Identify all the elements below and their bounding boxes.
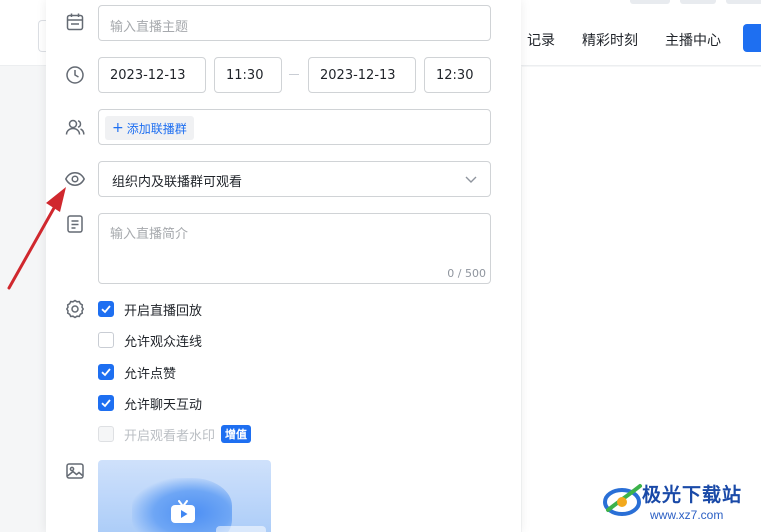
char-counter: 0 / 500 (447, 267, 486, 280)
toolbar-chip[interactable] (680, 0, 716, 4)
calendar-icon (64, 11, 86, 33)
premium-badge: 增值 (221, 425, 252, 443)
clock-icon (64, 64, 86, 86)
nav-item-highlights[interactable]: 精彩时刻 (582, 30, 638, 50)
start-time-picker[interactable]: 11:30 (214, 57, 282, 93)
replay-checkbox[interactable] (98, 301, 114, 317)
gear-icon (64, 298, 86, 320)
viewer-watermark-label: 开启观看者水印 (124, 428, 216, 444)
image-icon (64, 460, 86, 482)
intro-placeholder: 输入直播简介 (110, 227, 189, 242)
audience-connect-checkbox[interactable] (98, 332, 114, 348)
viewer-watermark-checkbox (98, 426, 114, 442)
range-separator (289, 74, 299, 75)
option-audience-connect[interactable]: 允许观众连线 (98, 330, 202, 350)
app-content-area (522, 67, 761, 532)
cover-image-upload[interactable] (98, 460, 271, 532)
watermark-name: 极光下载站 (642, 484, 743, 506)
nav-item-host-center[interactable]: 主播中心 (665, 30, 721, 50)
intro-textarea[interactable]: 输入直播简介 0 / 500 (98, 213, 491, 284)
title-placeholder: 输入直播主题 (110, 20, 189, 35)
toolbar-chip[interactable] (726, 0, 761, 4)
tv-icon (171, 500, 195, 523)
option-viewer-watermark: 开启观看者水印 增值 (98, 424, 252, 444)
create-button[interactable] (743, 24, 761, 52)
replay-label: 开启直播回放 (124, 303, 203, 319)
toolbar-chip[interactable] (630, 0, 670, 4)
end-time-picker[interactable]: 12:30 (424, 57, 491, 93)
title-input[interactable]: 输入直播主题 (98, 5, 491, 41)
likes-label: 允许点赞 (124, 366, 177, 382)
end-date-picker[interactable]: 2023-12-13 (308, 57, 416, 93)
audience-connect-label: 允许观众连线 (124, 334, 203, 350)
visibility-select[interactable]: 组织内及联播群可观看 (98, 161, 491, 197)
watermark-url: www.xz7.com (650, 508, 724, 522)
nav-item-records[interactable]: 记录 (527, 30, 555, 50)
add-group-button[interactable]: + 添加联播群 (105, 116, 194, 140)
create-live-panel: 输入直播主题 2023-12-13 11:30 2023-12-13 12:30… (46, 0, 521, 532)
chat-label: 允许聊天互动 (124, 397, 203, 413)
end-date-value: 2023-12-13 (320, 67, 396, 83)
watermark-logo (603, 484, 642, 516)
chat-checkbox[interactable] (98, 395, 114, 411)
start-time-value: 11:30 (226, 67, 264, 83)
add-group-label: 添加联播群 (126, 121, 187, 136)
cover-card (216, 526, 266, 532)
likes-checkbox[interactable] (98, 364, 114, 380)
option-likes[interactable]: 允许点赞 (98, 362, 176, 382)
end-time-value: 12:30 (436, 67, 474, 83)
annotation-arrow (7, 187, 66, 290)
start-date-value: 2023-12-13 (110, 67, 186, 83)
users-icon (64, 116, 86, 138)
chevron-down-icon (464, 172, 478, 186)
group-selector[interactable]: + 添加联播群 (98, 109, 491, 145)
visibility-value: 组织内及联播群可观看 (112, 175, 243, 190)
option-chat[interactable]: 允许聊天互动 (98, 393, 202, 413)
start-date-picker[interactable]: 2023-12-13 (98, 57, 206, 93)
site-watermark: 极光下载站 www.xz7.com (600, 478, 758, 528)
option-replay[interactable]: 开启直播回放 (98, 299, 202, 319)
plus-icon: + (112, 120, 124, 136)
